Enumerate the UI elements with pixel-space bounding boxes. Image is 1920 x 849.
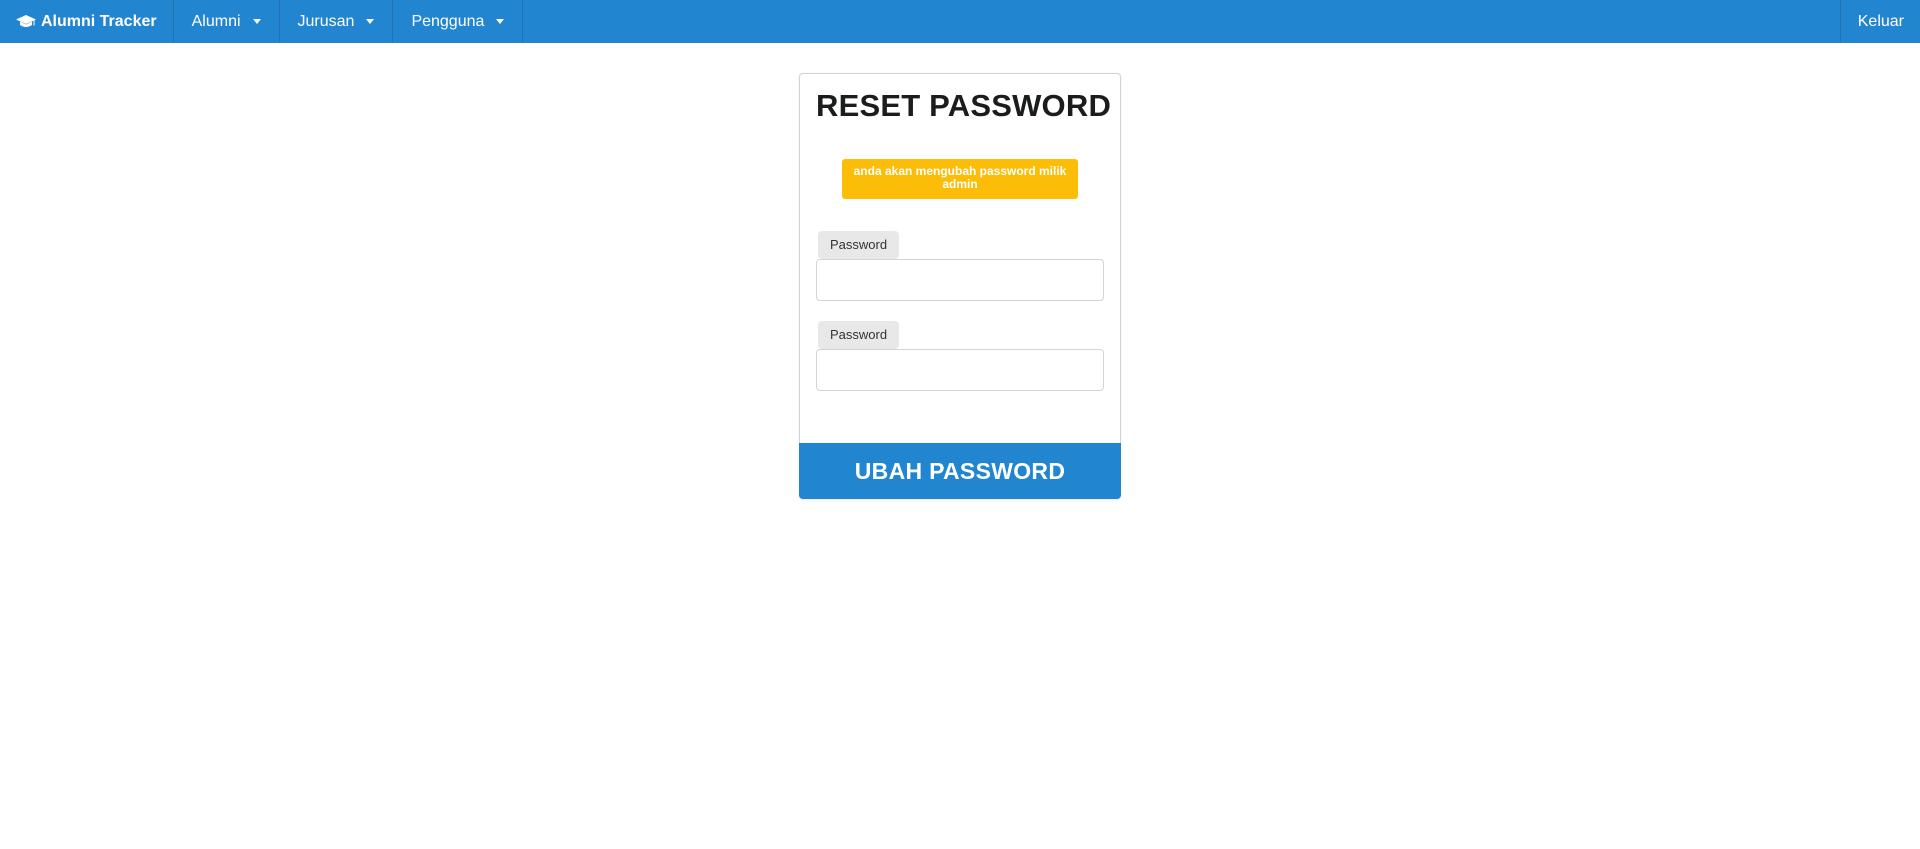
reset-password-card: RESET PASSWORD anda akan mengubah passwo… [799,73,1121,499]
brand-link[interactable]: Alumni Tracker [0,0,174,43]
graduation-cap-icon [16,14,36,27]
confirm-password-label: Password [818,321,900,349]
menu-alumni-label: Alumni [191,12,241,30]
caret-down-icon [496,19,505,24]
confirm-password-input[interactable] [816,349,1104,391]
menu-pengguna[interactable]: Pengguna [393,0,524,43]
menu-alumni[interactable]: Alumni [174,0,280,43]
menu-pengguna-label: Pengguna [411,12,485,30]
page-title: RESET PASSWORD [816,88,1112,123]
logout-label: Keluar [1857,12,1904,30]
logout-link[interactable]: Keluar [1839,0,1920,43]
top-navbar: Alumni Tracker Alumni Jurusan Pengguna K… [0,0,1920,43]
change-password-button[interactable]: UBAH PASSWORD [799,443,1121,499]
password-input[interactable] [816,259,1104,301]
warning-message: anda akan mengubah password milik admin [842,159,1078,199]
menu-jurusan[interactable]: Jurusan [280,0,394,43]
caret-down-icon [252,19,261,24]
brand-label: Alumni Tracker [41,12,157,30]
navbar-spacer [523,0,1839,43]
caret-down-icon [366,19,375,24]
menu-jurusan-label: Jurusan [297,12,355,30]
password-label: Password [818,231,900,259]
